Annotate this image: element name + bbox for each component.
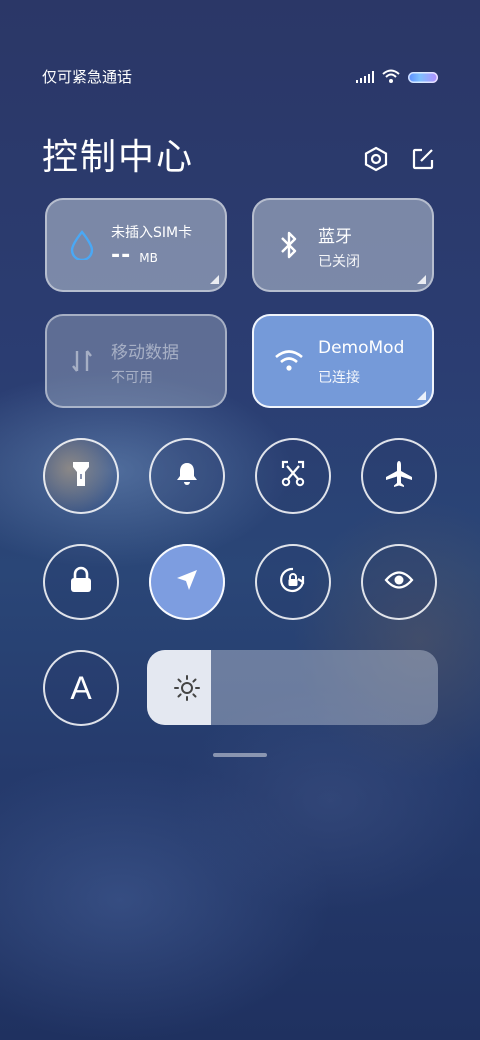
settings-icon[interactable] bbox=[363, 146, 389, 172]
airplane-mode-toggle[interactable] bbox=[361, 438, 437, 514]
mute-toggle[interactable] bbox=[149, 438, 225, 514]
tile-bluetooth[interactable]: 蓝牙 已关闭 bbox=[252, 198, 434, 292]
lock-icon bbox=[69, 566, 93, 598]
wifi-status-icon bbox=[382, 68, 400, 87]
tile-bluetooth-title: 蓝牙 bbox=[318, 227, 352, 247]
tile-wifi-status: 已连接 bbox=[318, 370, 360, 386]
expand-corner-icon bbox=[417, 391, 426, 400]
lock-screen-toggle[interactable] bbox=[43, 544, 119, 620]
font-size-label: A bbox=[70, 669, 92, 706]
font-size-toggle[interactable]: A bbox=[43, 650, 119, 726]
screenshot-icon bbox=[280, 460, 306, 492]
data-usage-value: -- bbox=[111, 243, 132, 268]
reading-mode-toggle[interactable] bbox=[361, 544, 437, 620]
tile-bluetooth-status: 已关闭 bbox=[318, 254, 360, 270]
status-icons bbox=[356, 68, 438, 87]
location-toggle[interactable] bbox=[149, 544, 225, 620]
location-arrow-icon bbox=[174, 567, 200, 597]
carrier-text: 仅可紧急通话 bbox=[42, 68, 133, 86]
sun-icon bbox=[173, 674, 201, 702]
tile-mobile-data-status: 不可用 bbox=[111, 370, 153, 386]
tile-data-usage-title: 未插入SIM卡 bbox=[111, 225, 193, 241]
rotation-lock-toggle[interactable] bbox=[255, 544, 331, 620]
rotation-lock-icon bbox=[278, 565, 308, 599]
flashlight-toggle[interactable] bbox=[43, 438, 119, 514]
brightness-slider[interactable] bbox=[147, 650, 438, 725]
water-drop-icon bbox=[67, 230, 97, 260]
signal-icon bbox=[356, 68, 374, 87]
airplane-icon bbox=[384, 459, 414, 493]
tile-mobile-data-title: 移动数据 bbox=[111, 343, 179, 363]
tile-wifi-network: DemoMod bbox=[318, 338, 405, 358]
expand-corner-icon bbox=[417, 275, 426, 284]
tile-wifi[interactable]: DemoMod 已连接 bbox=[252, 314, 434, 408]
bluetooth-icon bbox=[274, 230, 304, 260]
wifi-icon bbox=[274, 346, 304, 376]
bell-icon bbox=[175, 461, 199, 491]
tile-mobile-data[interactable]: 移动数据 不可用 bbox=[45, 314, 227, 408]
flashlight-icon bbox=[70, 460, 92, 492]
edit-icon[interactable] bbox=[410, 146, 436, 172]
battery-icon bbox=[408, 72, 438, 83]
eye-icon bbox=[384, 569, 414, 595]
expand-corner-icon bbox=[210, 275, 219, 284]
page-title: 控制中心 bbox=[42, 137, 195, 178]
mobile-data-icon bbox=[67, 346, 97, 376]
drag-handle[interactable] bbox=[213, 753, 267, 757]
tile-data-usage[interactable]: 未插入SIM卡 -- MB bbox=[45, 198, 227, 292]
data-usage-unit: MB bbox=[139, 251, 158, 265]
screenshot-toggle[interactable] bbox=[255, 438, 331, 514]
